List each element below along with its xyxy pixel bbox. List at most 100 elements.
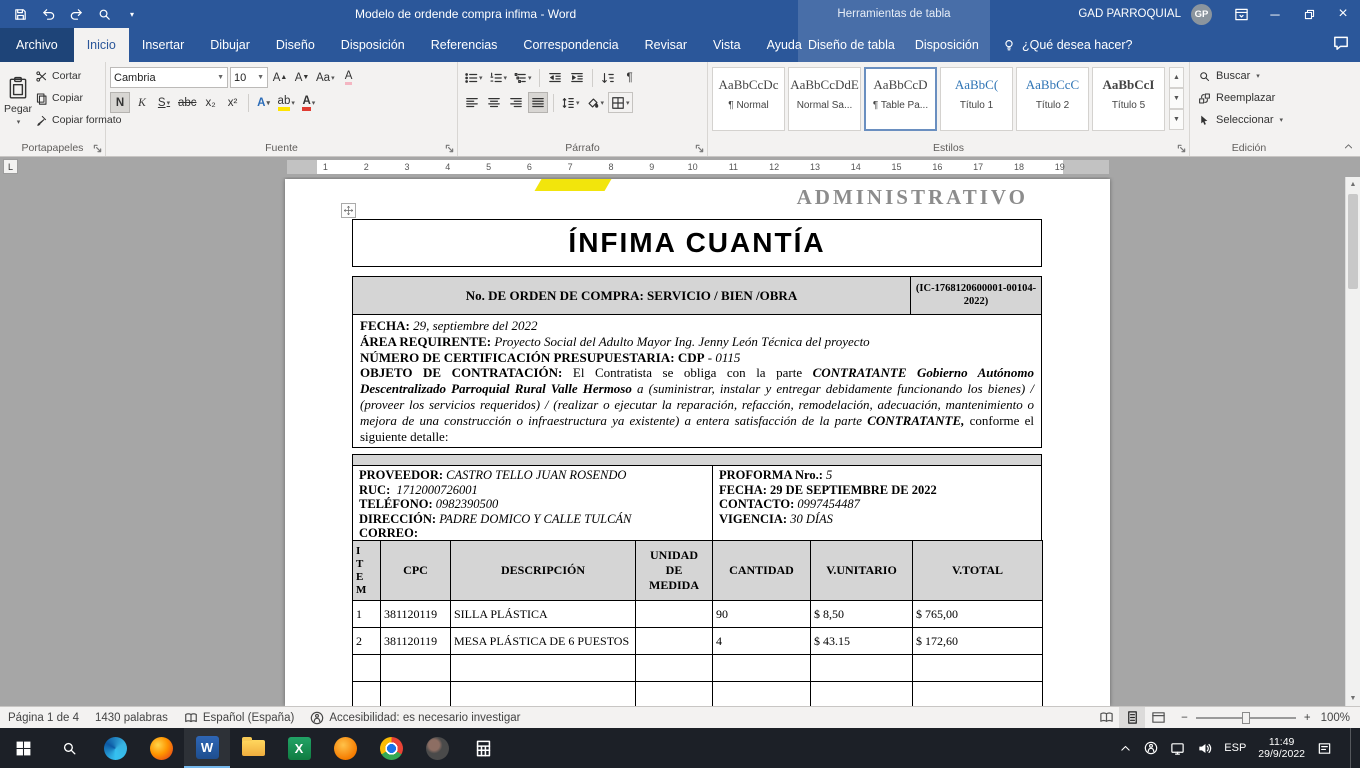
shading-button[interactable]: ▾ <box>584 92 607 113</box>
tab-revisar[interactable]: Revisar <box>632 28 700 62</box>
highlight-color-button[interactable]: ab▾ <box>276 92 297 113</box>
portapapeles-dialog-launcher[interactable] <box>93 144 102 153</box>
start-button[interactable] <box>0 728 46 768</box>
close-button[interactable]: × <box>1326 0 1360 28</box>
tab-inicio[interactable]: Inicio <box>74 28 129 62</box>
font-size-combo[interactable]: 10▼ <box>230 67 268 88</box>
table-move-handle-icon[interactable] <box>341 203 356 218</box>
volume-icon[interactable] <box>1197 741 1212 756</box>
numbering-button[interactable]: ▾ <box>487 67 510 88</box>
superscript-button[interactable]: x² <box>223 92 243 113</box>
page-indicator[interactable]: Página 1 de 4 <box>0 707 87 729</box>
styles-scroll-up-button[interactable]: ▲ <box>1169 67 1184 88</box>
styles-more-button[interactable]: ▼ <box>1169 109 1184 130</box>
select-button[interactable]: Seleccionar▾ <box>1194 109 1304 131</box>
document-page[interactable]: ADMINISTRATIVO ÍNFIMA CUANTÍA No. DE ORD… <box>285 179 1110 706</box>
change-case-button[interactable]: Aa▾ <box>314 67 337 88</box>
minimize-button[interactable]: ─ <box>1258 0 1292 28</box>
styles-scroll-down-button[interactable]: ▼ <box>1169 88 1184 109</box>
items-table[interactable]: ITEM CPC DESCRIPCIÓN UNIDAD DE MEDIDA CA… <box>352 540 1043 706</box>
justify-button[interactable] <box>528 92 548 113</box>
parr-dialog-launcher[interactable] <box>695 144 704 153</box>
zoom-level[interactable]: 100% <box>1321 712 1360 724</box>
undo-button[interactable] <box>36 3 60 25</box>
accessibility-tray-icon[interactable] <box>1144 741 1158 755</box>
strikethrough-button[interactable]: abc <box>176 92 199 113</box>
calculator-app-icon[interactable] <box>460 728 506 768</box>
horizontal-ruler[interactable]: 12345678910111213141516171819 <box>287 160 1109 174</box>
clock[interactable]: 11:49 29/9/2022 <box>1258 736 1305 761</box>
borders-button[interactable]: ▾ <box>608 92 633 113</box>
scroll-down-arrow[interactable]: ▼ <box>1346 691 1360 706</box>
zoom-out-button[interactable]: − <box>1181 712 1188 724</box>
subscript-button[interactable]: x₂ <box>201 92 221 113</box>
replace-button[interactable]: Reemplazar <box>1194 87 1304 109</box>
tab-stop-selector[interactable]: L <box>3 159 18 174</box>
orange-app-icon[interactable] <box>322 728 368 768</box>
paint-app-icon[interactable] <box>414 728 460 768</box>
tab-disposicion[interactable]: Disposición <box>328 28 418 62</box>
action-center-icon[interactable] <box>1317 741 1332 756</box>
ribbon-display-options-button[interactable] <box>1224 0 1258 28</box>
restore-button[interactable] <box>1292 0 1326 28</box>
proofing-status[interactable]: Español (España) <box>176 707 302 729</box>
read-mode-button[interactable] <box>1093 707 1119 729</box>
taskbar-search-button[interactable] <box>46 728 92 768</box>
text-effects-button[interactable]: A▾ <box>254 92 274 113</box>
scroll-up-arrow[interactable]: ▲ <box>1346 177 1360 192</box>
table-row[interactable]: 1 381120119 SILLA PLÁSTICA 90 $ 8,50 $ 7… <box>353 601 1043 628</box>
show-desktop-button[interactable] <box>1350 728 1354 768</box>
paste-button[interactable]: Pegar▾ <box>4 65 32 137</box>
estilos-dialog-launcher[interactable] <box>1177 144 1186 153</box>
tab-correspondencia[interactable]: Correspondencia <box>510 28 631 62</box>
tab-disposicion-tabla[interactable]: Disposición <box>905 28 989 62</box>
word-count[interactable]: 1430 palabras <box>87 707 176 729</box>
tab-dibujar[interactable]: Dibujar <box>197 28 263 62</box>
tab-vista[interactable]: Vista <box>700 28 754 62</box>
zoom-in-button[interactable]: + <box>1304 712 1311 724</box>
avatar[interactable]: GP <box>1191 4 1212 25</box>
style-normal[interactable]: AaBbCcDc ¶ Normal <box>712 67 785 131</box>
accessibility-status[interactable]: Accesibilidad: es necesario investigar <box>302 707 528 729</box>
decrease-indent-button[interactable] <box>545 67 565 88</box>
underline-button[interactable]: S▾ <box>154 92 174 113</box>
collapse-ribbon-button[interactable] <box>1343 141 1354 152</box>
zoom-slider-thumb[interactable] <box>1242 712 1250 724</box>
table-row-empty[interactable] <box>353 682 1043 706</box>
align-center-button[interactable] <box>484 92 504 113</box>
word-icon[interactable]: W <box>184 728 230 768</box>
edge-icon[interactable] <box>92 728 138 768</box>
align-left-button[interactable] <box>462 92 482 113</box>
style-normal-sangria[interactable]: AaBbCcDdE Normal Sa... <box>788 67 861 131</box>
italic-button[interactable]: K <box>132 92 152 113</box>
increase-indent-button[interactable] <box>567 67 587 88</box>
customize-qat-button[interactable]: ▾ <box>120 3 144 25</box>
font-family-combo[interactable]: Cambria▼ <box>110 67 228 88</box>
tab-referencias[interactable]: Referencias <box>418 28 511 62</box>
grow-font-button[interactable]: A▲ <box>270 67 290 88</box>
tab-diseno[interactable]: Diseño <box>263 28 328 62</box>
tab-archivo[interactable]: Archivo <box>0 28 74 62</box>
table-row[interactable]: 2 381120119 MESA PLÁSTICA DE 6 PUESTOS 4… <box>353 628 1043 655</box>
style-table-paragraph[interactable]: AaBbCcD ¶ Table Pa... <box>864 67 937 131</box>
align-right-button[interactable] <box>506 92 526 113</box>
network-icon[interactable] <box>1170 741 1185 756</box>
style-titulo-1[interactable]: AaBbC( Título 1 <box>940 67 1013 131</box>
hidden-icons-chevron[interactable] <box>1119 742 1132 755</box>
print-preview-button[interactable] <box>92 3 116 25</box>
find-button[interactable]: Buscar▾ <box>1194 65 1304 87</box>
excel-icon[interactable]: X <box>276 728 322 768</box>
sort-button[interactable] <box>598 67 618 88</box>
save-button[interactable] <box>8 3 32 25</box>
style-titulo-2[interactable]: AaBbCcC Título 2 <box>1016 67 1089 131</box>
file-explorer-icon[interactable] <box>230 728 276 768</box>
tab-insertar[interactable]: Insertar <box>129 28 197 62</box>
scrollbar-thumb[interactable] <box>1348 194 1358 289</box>
tell-me-box[interactable]: ¿Qué desea hacer? <box>1002 28 1133 62</box>
line-spacing-button[interactable]: ▾ <box>559 92 582 113</box>
tab-diseno-de-tabla[interactable]: Diseño de tabla <box>798 28 905 62</box>
language-indicator[interactable]: ESP <box>1224 742 1246 754</box>
font-color-button[interactable]: A▾ <box>299 92 319 113</box>
comments-icon[interactable] <box>1332 34 1350 52</box>
fuente-dialog-launcher[interactable] <box>445 144 454 153</box>
